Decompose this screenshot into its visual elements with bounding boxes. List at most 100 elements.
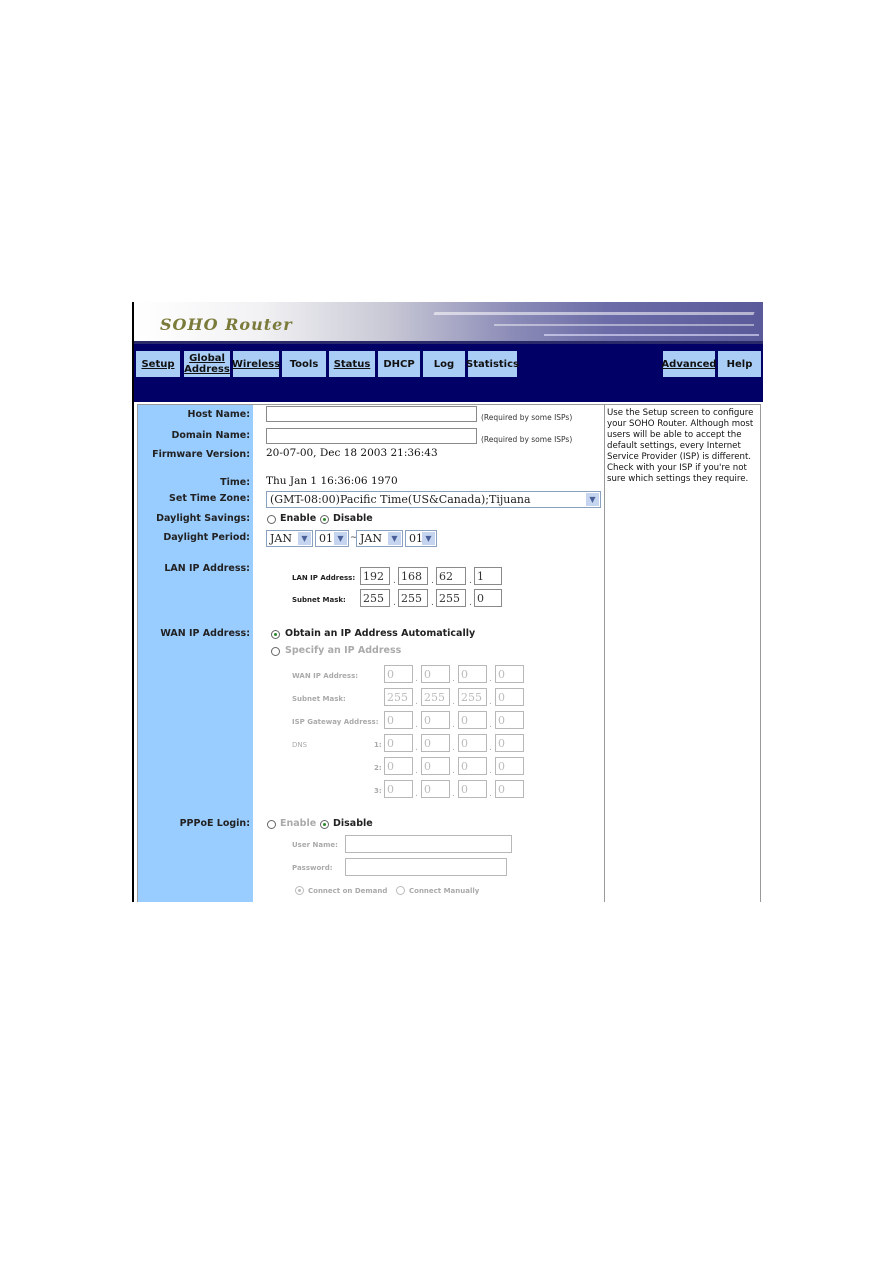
wan-mask-octet-1[interactable] (384, 688, 413, 706)
nav-wireless[interactable]: Wireless (232, 351, 280, 377)
wan-dns2-octet-1[interactable] (384, 757, 413, 775)
firmware-version-label: Firmware Version: (152, 449, 250, 460)
router-admin-frame: SOHO Router Setup Global Address Wireless… (132, 302, 763, 902)
pppoe-enable-label: Enable (280, 818, 317, 829)
nav-global-address-line1: Global (189, 353, 225, 364)
pppoe-password-label: Password: (292, 864, 333, 872)
nav-statistics-label: Statistics (466, 358, 519, 370)
nav-global-address-line2: Address (184, 364, 230, 375)
time-zone-select[interactable]: (GMT-08:00)Pacific Time(US&Canada);Tijua… (266, 491, 601, 508)
nav-setup-label: Setup (141, 358, 175, 370)
daylight-disable-label: Disable (333, 513, 373, 524)
daylight-start-month-select[interactable]: JAN ▼ (266, 530, 313, 547)
nav-tools-label: Tools (289, 358, 319, 370)
start-day-value: 01 (319, 532, 333, 545)
dot-separator: . (415, 766, 418, 776)
pppoe-login-label: PPPoE Login: (179, 818, 250, 829)
wan-dns2-octet-3[interactable] (458, 757, 487, 775)
host-name-label: Host Name: (187, 409, 250, 420)
dot-separator: . (415, 697, 418, 707)
pppoe-user-input[interactable] (345, 835, 512, 853)
daylight-start-day-select[interactable]: 01 ▼ (315, 530, 349, 547)
wan-dns1-octet-2[interactable] (421, 734, 450, 752)
wan-dns3-octet-4[interactable] (495, 780, 524, 798)
pppoe-disable-radio[interactable] (320, 820, 329, 829)
wan-dns2-label: 2: (374, 764, 382, 772)
help-text: Use the Setup screen to configure your S… (607, 408, 754, 484)
lan-mask-octet-3[interactable] (436, 589, 466, 607)
dot-separator: . (452, 674, 455, 684)
dot-separator: . (431, 576, 434, 586)
pppoe-password-input[interactable] (345, 858, 507, 876)
nav-help-label: Help (726, 358, 753, 370)
wan-dns3-octet-3[interactable] (458, 780, 487, 798)
chevron-down-icon: ▼ (586, 493, 599, 506)
wan-gateway-octet-1[interactable] (384, 711, 413, 729)
daylight-end-day-select[interactable]: 01 ▼ (405, 530, 437, 547)
wan-dns3-octet-2[interactable] (421, 780, 450, 798)
nav-dhcp[interactable]: DHCP (378, 351, 420, 377)
nav-status[interactable]: Status (329, 351, 375, 377)
dot-separator: . (489, 720, 492, 730)
wan-ip-octet-1[interactable] (384, 665, 413, 683)
chevron-down-icon: ▼ (388, 532, 401, 545)
wan-dns3-octet-1[interactable] (384, 780, 413, 798)
lan-ip-octet-3[interactable] (436, 567, 466, 585)
wan-dns2-octet-2[interactable] (421, 757, 450, 775)
firmware-version-value: 20-07-00, Dec 18 2003 21:36:43 (266, 447, 438, 459)
start-month-value: JAN (270, 532, 292, 545)
wan-auto-radio[interactable] (271, 630, 280, 639)
pppoe-user-label: User Name: (292, 841, 338, 849)
wan-ip-octet-4[interactable] (495, 665, 524, 683)
wan-dns2-octet-4[interactable] (495, 757, 524, 775)
wan-mask-octet-4[interactable] (495, 688, 524, 706)
wan-mask-octet-2[interactable] (421, 688, 450, 706)
lan-ip-label: LAN IP Address: (292, 574, 356, 582)
wan-specify-radio[interactable] (271, 647, 280, 656)
wan-auto-label: Obtain an IP Address Automatically (285, 628, 476, 639)
host-name-input[interactable] (266, 406, 477, 422)
nav-tools[interactable]: Tools (282, 351, 326, 377)
chevron-down-icon: ▼ (298, 532, 311, 545)
wan-gateway-octet-3[interactable] (458, 711, 487, 729)
domain-name-input[interactable] (266, 428, 477, 444)
wan-dns1-octet-4[interactable] (495, 734, 524, 752)
lan-mask-octet-4[interactable] (474, 589, 502, 607)
nav-advanced-label: Advanced (661, 358, 717, 370)
nav-log[interactable]: Log (423, 351, 465, 377)
nav-advanced[interactable]: Advanced (661, 351, 717, 377)
pppoe-enable-radio[interactable] (267, 820, 276, 829)
wan-ip-octet-2[interactable] (421, 665, 450, 683)
wan-dns-label: DNS (292, 741, 308, 749)
domain-name-note: (Required by some ISPs) (481, 435, 573, 444)
lan-ip-octet-1[interactable] (360, 567, 390, 585)
dot-separator: . (415, 674, 418, 684)
dot-separator: . (489, 766, 492, 776)
wan-ip-octet-3[interactable] (458, 665, 487, 683)
lan-mask-octet-2[interactable] (398, 589, 428, 607)
nav-setup[interactable]: Setup (136, 351, 180, 377)
connect-manually-radio[interactable] (396, 886, 405, 895)
lan-ip-octet-4[interactable] (474, 567, 502, 585)
wan-mask-octet-3[interactable] (458, 688, 487, 706)
daylight-disable-radio[interactable] (320, 515, 329, 524)
dot-separator: . (469, 576, 472, 586)
nav-help[interactable]: Help (718, 351, 761, 377)
nav-global-address[interactable]: Global Address (184, 351, 230, 377)
daylight-enable-radio[interactable] (267, 515, 276, 524)
wan-dns1-octet-1[interactable] (384, 734, 413, 752)
dot-separator: . (452, 720, 455, 730)
wan-dns1-octet-3[interactable] (458, 734, 487, 752)
lan-ip-octet-2[interactable] (398, 567, 428, 585)
daylight-end-month-select[interactable]: JAN ▼ (356, 530, 403, 547)
dot-separator: . (415, 789, 418, 799)
dot-separator: . (489, 697, 492, 707)
lan-mask-octet-1[interactable] (360, 589, 390, 607)
wan-dns1-label: 1: (374, 741, 382, 749)
dot-separator: . (452, 789, 455, 799)
time-label: Time: (220, 477, 250, 488)
wan-gateway-octet-2[interactable] (421, 711, 450, 729)
connect-on-demand-radio[interactable] (295, 886, 304, 895)
nav-statistics[interactable]: Statistics (466, 351, 519, 377)
wan-gateway-octet-4[interactable] (495, 711, 524, 729)
